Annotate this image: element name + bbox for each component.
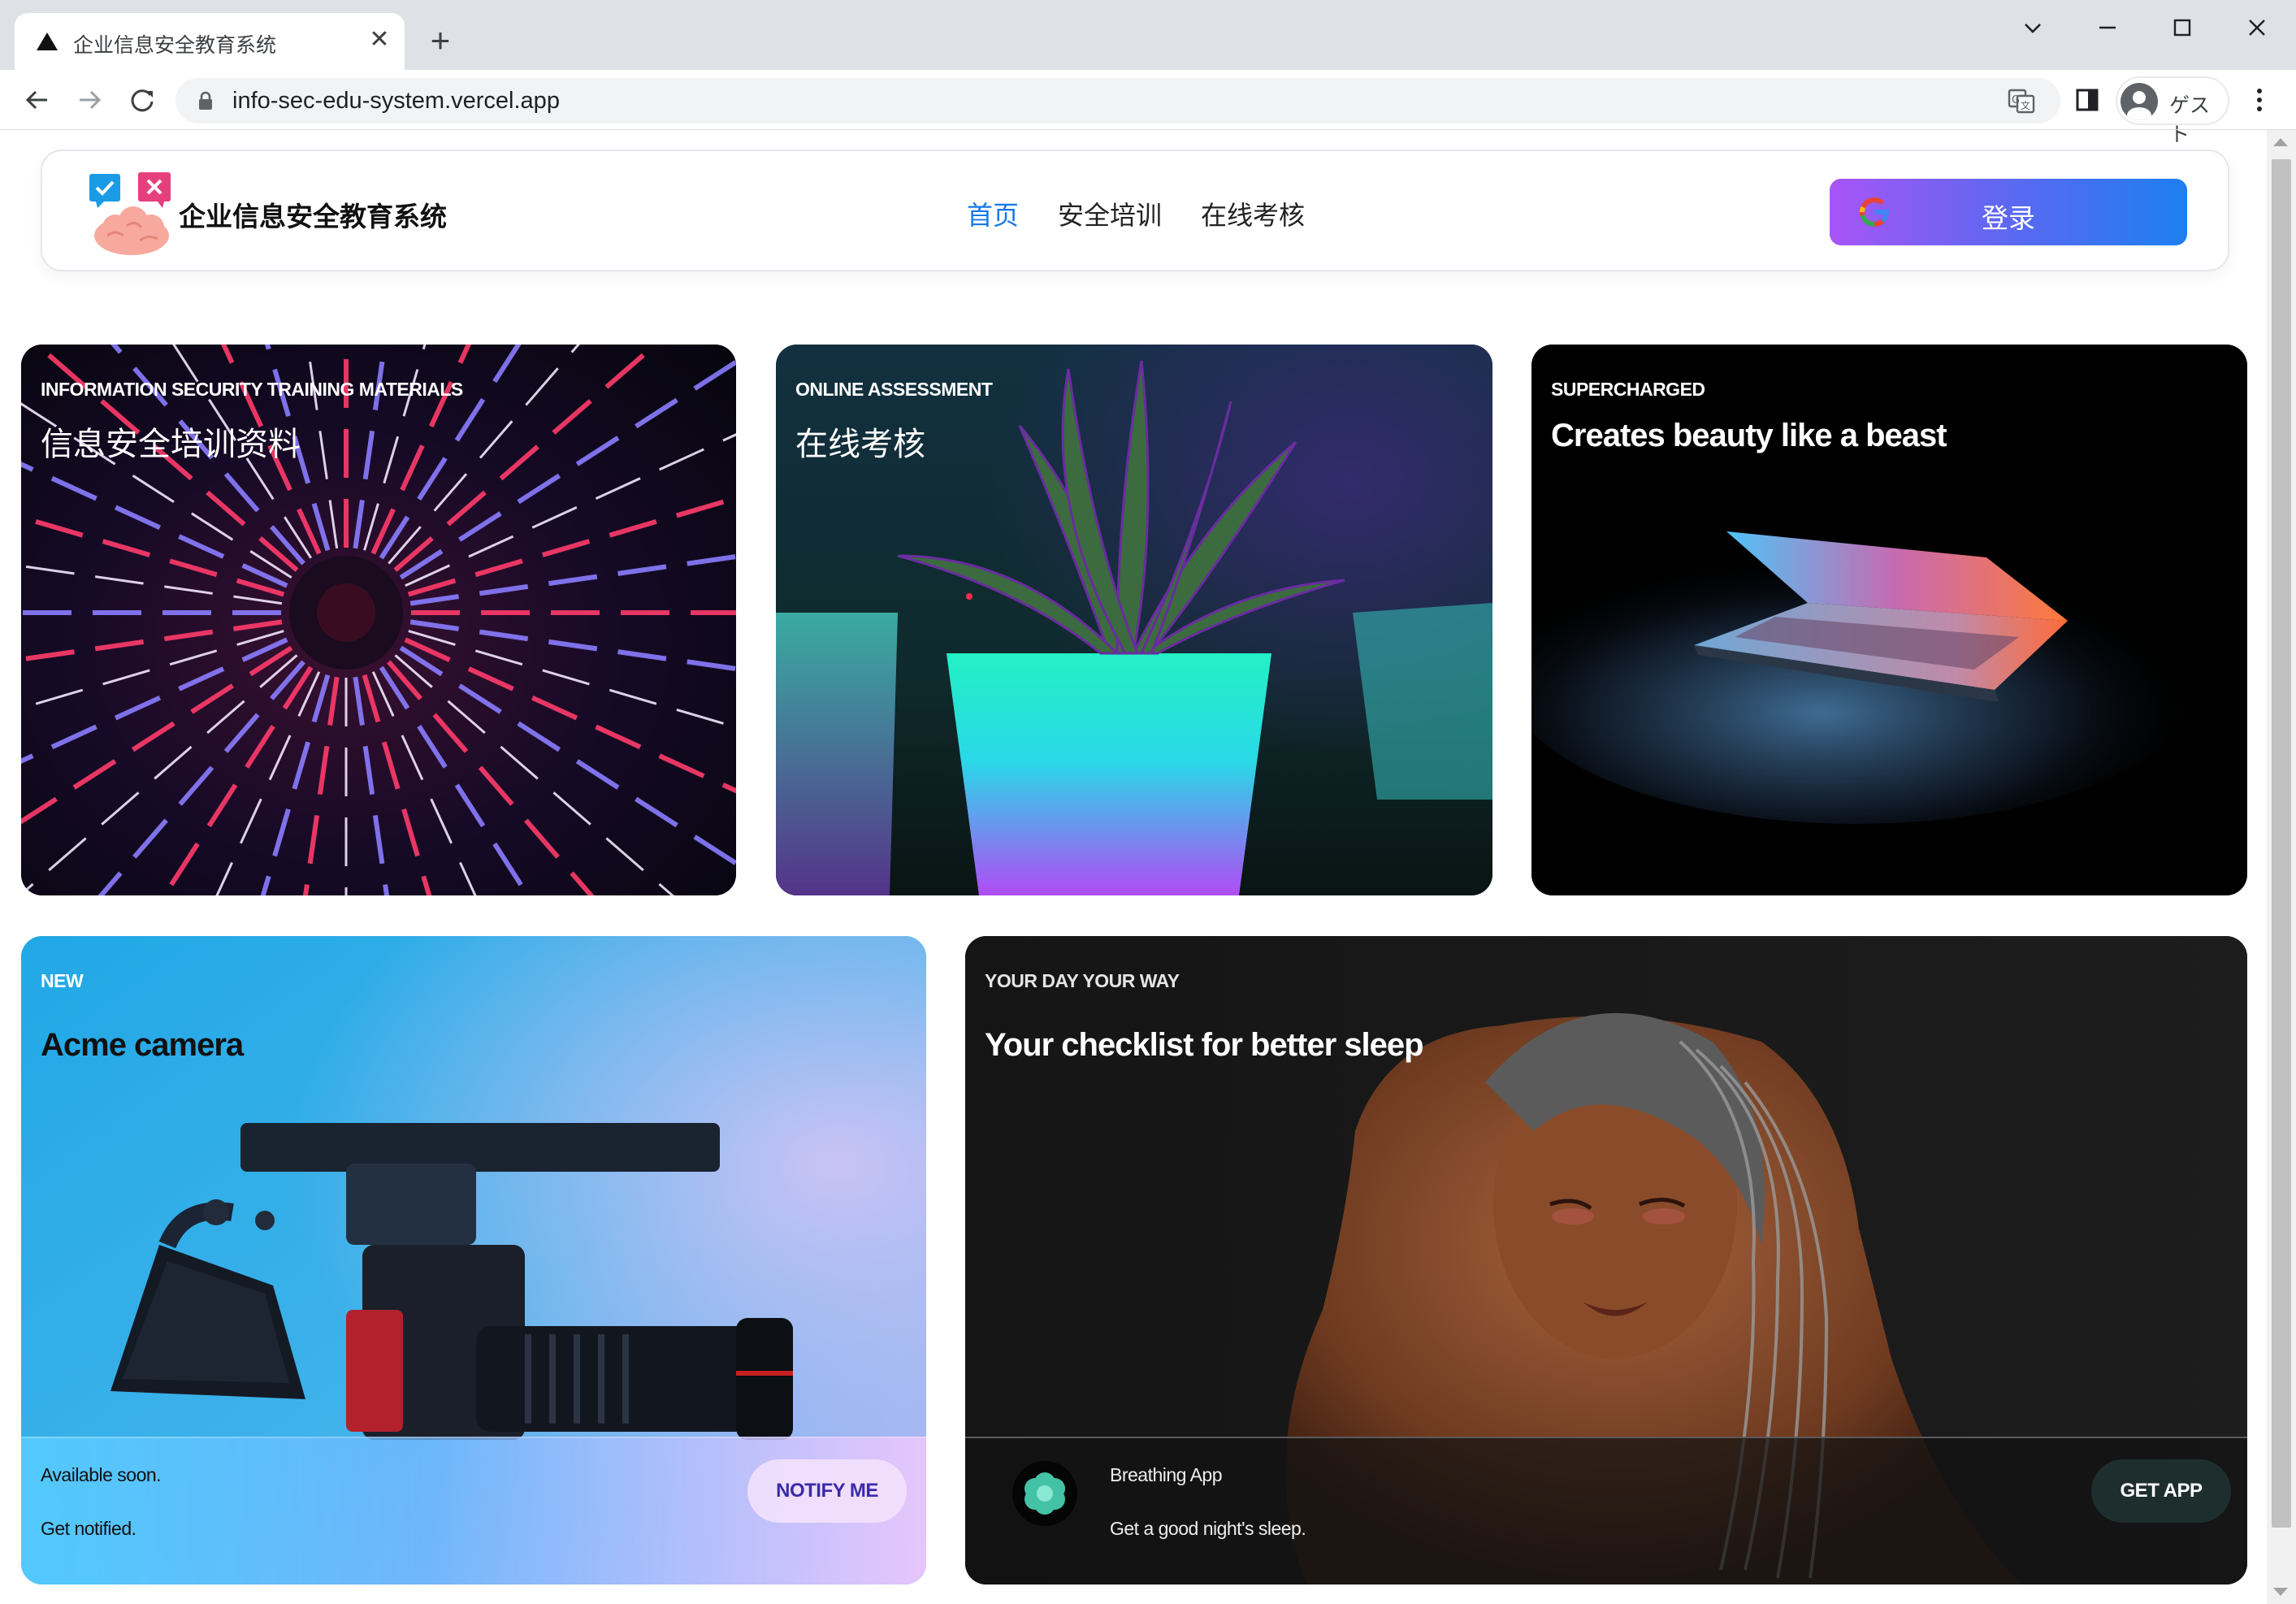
maximize-window-icon[interactable] [2164,11,2200,44]
card-eyebrow: ONLINE ASSESSMENT [795,379,993,400]
get-app-button[interactable]: GET APP [2091,1459,2231,1523]
triangle-favicon-icon [37,33,58,50]
brain-checklist-logo-icon[interactable] [88,172,175,257]
app-name: Breathing App [1110,1464,1223,1485]
lock-icon [199,91,212,110]
app-description: Get a good night's sleep. [1110,1518,1306,1539]
card-eyebrow: NEW [41,970,84,991]
browser-tab-bar: 企业信息安全教育系统 ✕ + [0,0,2296,70]
card-security-training-materials[interactable]: INFORMATION SECURITY TRAINING MATERIALS … [21,345,736,895]
url-text: info-sec-edu-system.vercel.app [232,88,560,114]
breathing-app-icon [1012,1461,1077,1526]
site-header: 企业信息安全教育系统 首页 安全培训 在线考核 登录 [41,150,2229,271]
login-button[interactable]: 登录 [1830,179,2187,245]
login-label: 登录 [1982,203,2035,233]
menu-kebab-icon[interactable] [2241,81,2278,119]
card-better-sleep[interactable]: YOUR DAY YOUR WAY Your checklist for bet… [965,936,2247,1584]
card-eyebrow: YOUR DAY YOUR WAY [985,970,1180,991]
page-scrollbar[interactable] [2267,130,2296,1604]
tab-title: 企业信息安全教育系统 [73,34,277,57]
new-tab-button[interactable]: + [422,24,458,60]
card-headline: Your checklist for better sleep [985,1027,1424,1063]
profile-label: ゲスト [2169,94,2211,146]
footer-line-2: Get notified. [41,1518,136,1539]
svg-text:文: 文 [2021,99,2030,111]
close-window-icon[interactable] [2239,11,2275,44]
card-eyebrow: INFORMATION SECURITY TRAINING MATERIALS [41,379,463,400]
tab-close-icon[interactable]: ✕ [366,26,393,54]
reload-icon[interactable] [123,81,161,119]
scroll-down-icon[interactable] [2273,1588,2288,1596]
side-panel-icon[interactable] [2069,81,2106,119]
back-arrow-icon[interactable] [18,81,55,119]
card-headline: 在线考核 [795,427,925,462]
footer-line-1: Available soon. [41,1464,162,1485]
site-title[interactable]: 企业信息安全教育系统 [179,195,447,234]
svg-text:G: G [2012,94,2020,106]
nav-link-security-training[interactable]: 安全培训 [1058,195,1162,232]
card-footer: Available soon. Get notified. NOTIFY ME [21,1437,926,1584]
translate-icon[interactable]: G文 [2007,86,2036,115]
notify-me-button[interactable]: NOTIFY ME [747,1459,907,1523]
nav-link-online-assessment[interactable]: 在线考核 [1201,195,1305,232]
forward-arrow-icon[interactable] [71,81,109,119]
address-bar[interactable]: info-sec-edu-system.vercel.app G文 [175,78,2060,124]
avatar-icon [2121,83,2158,120]
card-supercharged[interactable]: SUPERCHARGED Creates beauty like a beast [1531,345,2247,895]
browser-tab[interactable]: 企业信息安全教育系统 ✕ [15,13,405,70]
nav-link-home[interactable]: 首页 [967,195,1019,232]
tab-search-chevron-icon[interactable] [2015,11,2051,44]
card-headline: 信息安全培训资料 [41,427,301,462]
scroll-up-icon[interactable] [2273,138,2288,146]
card-footer: Breathing App Get a good night's sleep. … [965,1437,2247,1584]
browser-toolbar: info-sec-edu-system.vercel.app G文 ゲスト [0,70,2296,146]
card-headline: Acme camera [41,1027,244,1063]
card-online-assessment[interactable]: ONLINE ASSESSMENT 在线考核 [776,345,1492,895]
card-eyebrow: SUPERCHARGED [1551,379,1705,400]
scroll-thumb[interactable] [2272,159,2291,1528]
card-headline: Creates beauty like a beast [1551,418,1947,453]
toolbar-divider [0,129,2296,130]
minimize-window-icon[interactable] [2090,11,2125,44]
card-acme-camera[interactable]: NEW Acme camera Available soon. Get noti… [21,936,926,1584]
profile-button[interactable]: ゲスト [2116,76,2229,146]
